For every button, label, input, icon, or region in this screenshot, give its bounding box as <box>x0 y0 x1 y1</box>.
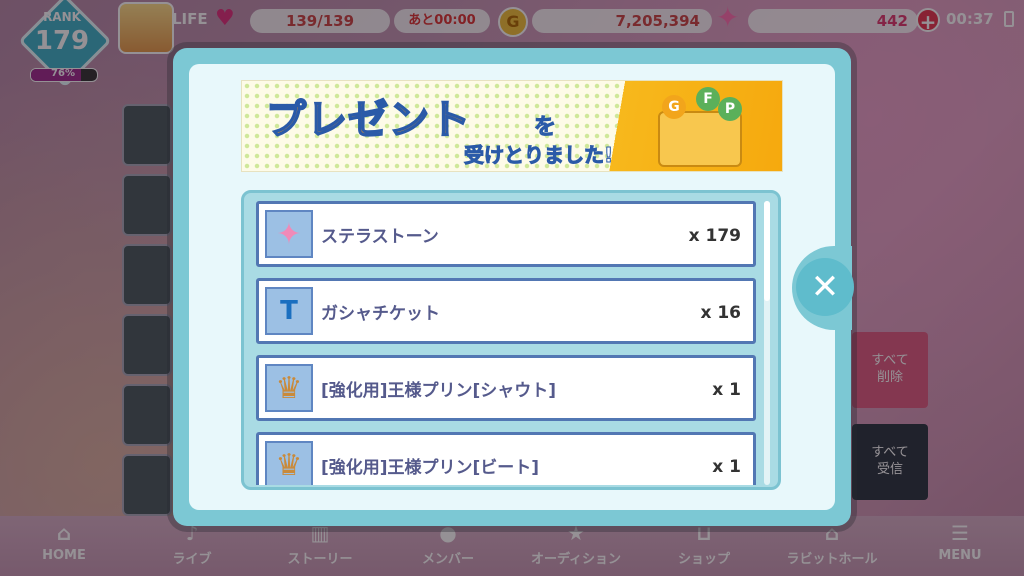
present-banner: プレゼント を 受けとりました! G F P <box>241 80 783 172</box>
item-name: ガシャチケット <box>321 304 440 324</box>
item-name: [強化用]王様プリン[ビート] <box>321 458 540 478</box>
banner-subtitle: 受けとりました! <box>463 143 614 168</box>
list-item: ♛ [強化用]王様プリン[シャウト] x 1 <box>256 355 756 421</box>
list-item: ♛ [強化用]王様プリン[ビート] x 1 <box>256 432 756 485</box>
stella-stone-icon: ✦ <box>265 210 313 258</box>
present-list[interactable]: ✦ ステラストーン x 179 T ガシャチケット x 16 ♛ [強化用]王様… <box>241 190 781 490</box>
item-name: ステラストーン <box>321 227 439 247</box>
banner-particle: を <box>533 115 557 141</box>
close-icon: ✕ <box>810 267 840 307</box>
scrollbar[interactable] <box>764 201 770 485</box>
present-received-dialog: プレゼント を 受けとりました! G F P ✦ ステラストーン x 179 T… <box>173 48 851 526</box>
item-quantity: x 179 <box>688 226 741 246</box>
list-item: T ガシャチケット x 16 <box>256 278 756 344</box>
close-button[interactable]: ✕ <box>796 258 854 316</box>
item-name: [強化用]王様プリン[シャウト] <box>321 381 557 401</box>
clover-p-icon: P <box>718 97 742 121</box>
banner-title: プレゼント <box>265 96 471 144</box>
clover-f-icon: F <box>696 87 720 111</box>
king-pudding-beat-icon: ♛ <box>265 441 313 485</box>
item-quantity: x 16 <box>700 303 741 323</box>
present-list-viewport: ✦ ステラストーン x 179 T ガシャチケット x 16 ♛ [強化用]王様… <box>256 201 756 485</box>
gacha-ticket-icon: T <box>265 287 313 335</box>
coin-g-icon: G <box>662 95 686 119</box>
scrollbar-thumb[interactable] <box>764 201 770 301</box>
list-item: ✦ ステラストーン x 179 <box>256 201 756 267</box>
item-quantity: x 1 <box>712 457 741 477</box>
item-quantity: x 1 <box>712 380 741 400</box>
king-pudding-shout-icon: ♛ <box>265 364 313 412</box>
